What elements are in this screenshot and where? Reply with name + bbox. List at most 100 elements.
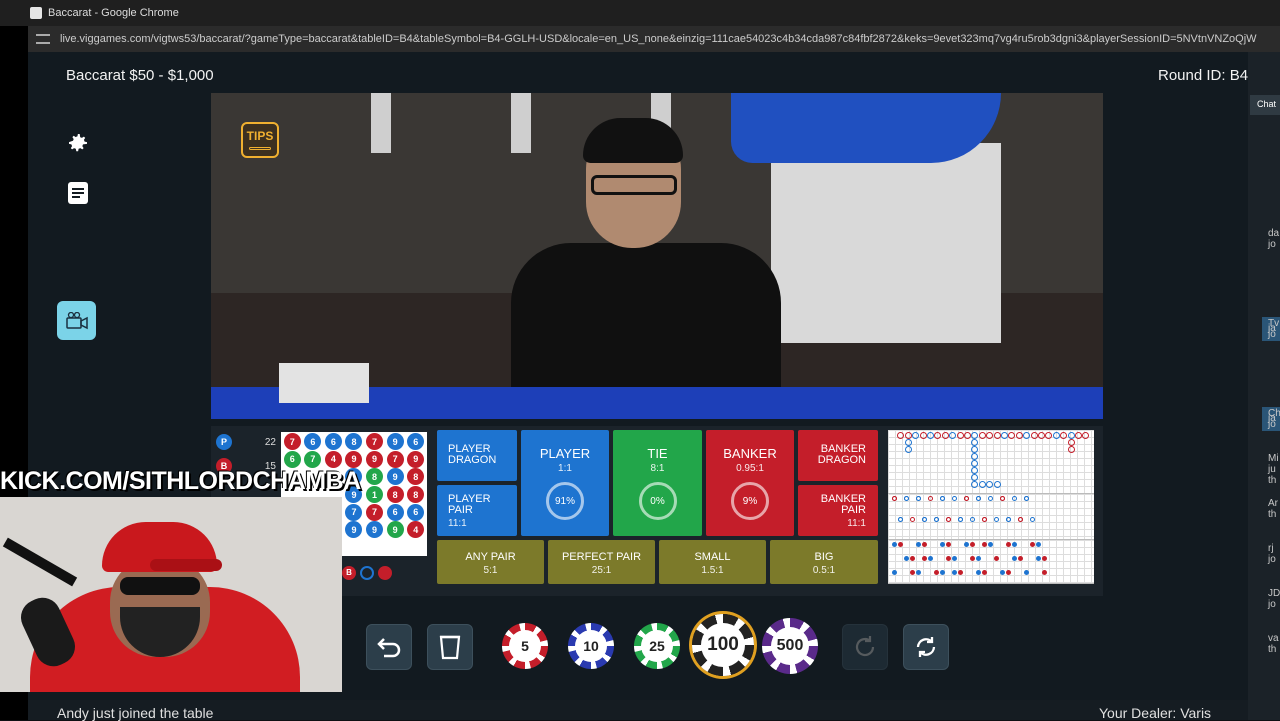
bead-cell: 7 bbox=[304, 450, 322, 468]
clear-bets-button[interactable] bbox=[427, 624, 473, 670]
road-marker bbox=[1075, 432, 1082, 439]
player-odds: 1:1 bbox=[558, 463, 572, 474]
video-pillar bbox=[511, 93, 531, 153]
streamer-webcam bbox=[0, 497, 342, 692]
video-counter bbox=[771, 143, 1001, 343]
player-label: PLAYER bbox=[539, 446, 591, 461]
chip-100-value: 100 bbox=[701, 623, 745, 667]
bead-cell: 6 bbox=[324, 433, 342, 451]
predict-banker-dot[interactable]: B bbox=[342, 566, 356, 580]
join-message: Andy just joined the table bbox=[57, 705, 214, 721]
trash-icon bbox=[439, 635, 461, 660]
road-marker bbox=[976, 556, 981, 561]
road-marker bbox=[934, 517, 939, 522]
video-blue-table bbox=[731, 93, 1001, 163]
road-marker bbox=[1036, 556, 1041, 561]
address-bar[interactable]: live.viggames.com/vigtws53/baccarat/?gam… bbox=[28, 26, 1280, 52]
bet-banker-pair[interactable]: BANKER PAIR 11:1 bbox=[798, 485, 878, 536]
repeat-button[interactable] bbox=[842, 624, 888, 670]
big-odds: 0.5:1 bbox=[812, 565, 836, 576]
road-marker bbox=[988, 496, 993, 501]
road-marker bbox=[982, 570, 987, 575]
player-percent: 91% bbox=[554, 495, 575, 507]
road-marker bbox=[1024, 570, 1029, 575]
road-marker bbox=[958, 570, 963, 575]
bet-perfect-pair[interactable]: PERFECT PAIR 25:1 bbox=[548, 540, 655, 584]
chat-message: va th bbox=[1268, 633, 1279, 655]
road-marker bbox=[970, 556, 975, 561]
dealer-glasses bbox=[591, 175, 677, 195]
road-marker bbox=[1000, 496, 1005, 501]
road-marker bbox=[898, 542, 903, 547]
bet-banker[interactable]: BANKER 0.95:1 9% bbox=[706, 430, 794, 536]
player-dot: P bbox=[216, 434, 232, 450]
road-marker bbox=[1052, 432, 1060, 439]
road-marker bbox=[952, 556, 957, 561]
dealer-name: Your Dealer: Varis bbox=[1099, 705, 1212, 721]
road-marker bbox=[934, 570, 939, 575]
road-marker bbox=[928, 556, 933, 561]
road-marker bbox=[988, 542, 993, 547]
banker-odds: 0.95:1 bbox=[736, 463, 764, 474]
road-marker bbox=[922, 517, 927, 522]
chip-5-value: 5 bbox=[509, 630, 541, 662]
bet-player-dragon[interactable]: PLAYER DRAGON bbox=[437, 430, 517, 481]
bead-cell: 8 bbox=[366, 468, 384, 486]
road-marker bbox=[922, 556, 927, 561]
road-marker bbox=[946, 517, 951, 522]
road-marker bbox=[1030, 432, 1038, 439]
video-pillar bbox=[371, 93, 391, 153]
bet-small[interactable]: SMALL 1.5:1 bbox=[659, 540, 766, 584]
road-marker bbox=[1001, 432, 1008, 439]
road-marker bbox=[970, 542, 975, 547]
bet-player[interactable]: PLAYER 1:1 91% bbox=[521, 430, 609, 536]
predict-row[interactable]: B bbox=[342, 566, 392, 580]
favicon-icon bbox=[30, 7, 42, 19]
road-marker bbox=[892, 542, 897, 547]
road-marker bbox=[1024, 496, 1029, 501]
bet-big[interactable]: BIG 0.5:1 bbox=[770, 540, 878, 584]
chat-message: Tv jo bbox=[1268, 318, 1280, 340]
site-settings-icon[interactable] bbox=[36, 34, 50, 44]
video-camera-icon[interactable] bbox=[57, 301, 96, 340]
bead-cell: 4 bbox=[407, 521, 425, 539]
road-marker bbox=[1012, 496, 1017, 501]
bet-tie[interactable]: TIE 8:1 0% bbox=[613, 430, 702, 536]
bet-any-pair[interactable]: ANY PAIR 5:1 bbox=[437, 540, 544, 584]
chip-25[interactable]: 25 bbox=[634, 623, 680, 669]
bead-cell: 9 bbox=[386, 468, 404, 486]
road-marker bbox=[940, 496, 945, 501]
banker-dragon-label: BANKER DRAGON bbox=[817, 443, 866, 466]
small-odds: 1.5:1 bbox=[701, 565, 724, 576]
road-marker bbox=[1000, 570, 1005, 575]
gear-icon[interactable] bbox=[66, 131, 90, 155]
bead-cell: 9 bbox=[366, 450, 384, 468]
bet-banker-dragon[interactable]: BANKER DRAGON bbox=[798, 430, 878, 481]
tie-percent-ring: 0% bbox=[638, 482, 677, 520]
chip-5[interactable]: 5 bbox=[502, 623, 548, 669]
bead-cell: 1 bbox=[366, 486, 384, 504]
chip-10[interactable]: 10 bbox=[568, 623, 614, 669]
road-marker bbox=[964, 496, 969, 501]
road-marker bbox=[958, 517, 963, 522]
bead-cell: 6 bbox=[283, 450, 301, 468]
chip-500[interactable]: 500 bbox=[762, 618, 818, 674]
bet-player-pair[interactable]: PLAYER PAIR 11:1 bbox=[437, 485, 517, 536]
tie-odds: 8:1 bbox=[650, 463, 665, 474]
bead-cell: 9 bbox=[386, 521, 404, 539]
chat-tab[interactable]: Chat bbox=[1250, 95, 1280, 115]
road-marker bbox=[976, 570, 981, 575]
url-text[interactable]: live.viggames.com/vigtws53/baccarat/?gam… bbox=[60, 33, 1257, 45]
document-icon[interactable] bbox=[66, 181, 90, 205]
scoreboard-roads bbox=[888, 430, 1094, 584]
chip-100-selected[interactable]: 100 bbox=[692, 614, 754, 676]
tips-button[interactable]: TIPS bbox=[241, 122, 279, 158]
predict-banker-ring[interactable] bbox=[378, 566, 392, 580]
player-dragon-label: PLAYER DRAGON bbox=[448, 443, 497, 466]
road-marker bbox=[916, 570, 921, 575]
road-marker bbox=[952, 570, 957, 575]
road-marker bbox=[994, 556, 999, 561]
double-button[interactable] bbox=[903, 624, 949, 670]
undo-button[interactable] bbox=[366, 624, 412, 670]
predict-player-ring[interactable] bbox=[360, 566, 374, 580]
